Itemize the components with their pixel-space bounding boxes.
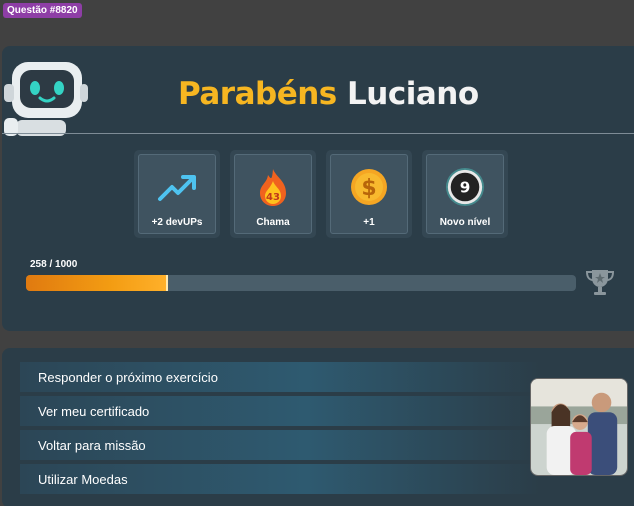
congrats-title: Parabéns Luciano [178, 76, 479, 112]
stat-label: +2 devUPs [151, 217, 203, 228]
stat-level: 9 Novo nível [422, 150, 508, 238]
stat-label: Chama [256, 217, 290, 228]
coin-icon: $ [349, 167, 389, 207]
stat-coin: $ +1 [326, 150, 412, 238]
stat-flame: 43 Chama [230, 150, 316, 238]
stat-label: +1 [363, 217, 375, 228]
actions-menu: Responder o próximo exercício Ver meu ce… [20, 362, 540, 498]
trophy-icon [585, 270, 615, 295]
view-certificate-button[interactable]: Ver meu certificado [20, 396, 540, 426]
level-value: 9 [460, 179, 471, 197]
divider [2, 133, 634, 134]
question-badge: Questão #8820 [3, 3, 82, 18]
trending-up-icon [157, 167, 197, 207]
congrats-word: Parabéns [178, 76, 337, 112]
next-exercise-button[interactable]: Responder o próximo exercício [20, 362, 540, 392]
user-name: Luciano [347, 76, 479, 112]
result-card: Parabéns Luciano +2 devUPs 43 Chama $ +1… [2, 46, 634, 331]
level-ring-icon: 9 [445, 167, 485, 207]
xp-progress-text: 258 / 1000 [30, 259, 78, 270]
flame-value: 43 [266, 192, 280, 203]
stat-devups: +2 devUPs [134, 150, 220, 238]
stat-label: Novo nível [439, 217, 491, 228]
back-to-mission-button[interactable]: Voltar para missão [20, 430, 540, 460]
xp-progress-bar [26, 275, 576, 291]
use-coins-button[interactable]: Utilizar Moedas [20, 464, 540, 494]
user-photo [530, 378, 628, 476]
flame-icon: 43 [253, 167, 293, 207]
xp-progress-fill [26, 275, 168, 291]
actions-card: Responder o próximo exercício Ver meu ce… [2, 348, 634, 506]
coin-symbol: $ [361, 176, 376, 201]
stats-row: +2 devUPs 43 Chama $ +1 9 Novo nível [134, 150, 508, 238]
robot-mascot-icon [4, 62, 88, 136]
